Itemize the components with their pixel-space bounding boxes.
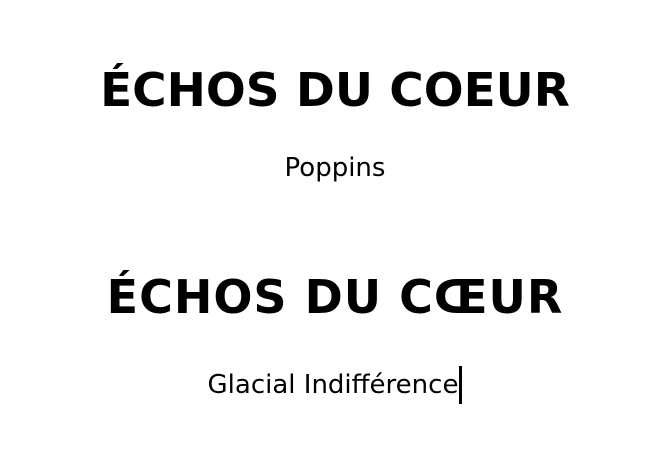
headline-sample-1: ÉCHOS DU COEUR xyxy=(100,63,570,117)
text-cursor xyxy=(459,366,463,404)
font-name-field-2[interactable]: Glacial Indifférence xyxy=(0,366,670,404)
font-name-label-1: Poppins xyxy=(284,153,386,183)
font-name-label-2[interactable]: Glacial Indifférence xyxy=(208,370,459,400)
font-comparison-canvas: ÉCHOS DU COEUR Poppins ÉCHOS DU CŒUR Gla… xyxy=(0,0,670,454)
headline-sample-2: ÉCHOS DU CŒUR xyxy=(106,270,564,324)
